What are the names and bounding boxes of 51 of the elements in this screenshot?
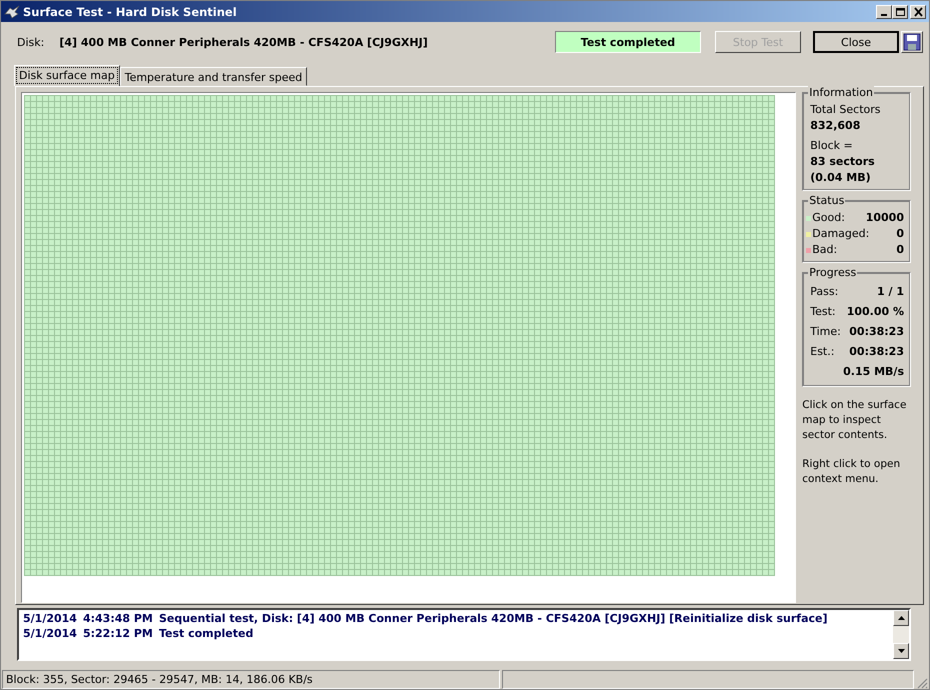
block-label: Block = xyxy=(810,138,854,154)
log-date: 5/1/2014 xyxy=(23,626,77,641)
scroll-up-icon[interactable] xyxy=(893,610,909,626)
close-button[interactable] xyxy=(910,4,926,18)
log-time: 4:43:48 PM xyxy=(82,611,151,626)
block-size: (0.04 MB) xyxy=(810,170,872,186)
progress-value: 100.00 % xyxy=(846,304,904,320)
progress-label: Time: xyxy=(810,324,841,340)
progress-label: Pass: xyxy=(810,284,838,300)
close-dialog-button[interactable]: Close xyxy=(813,31,899,53)
progress-value: 00:38:23 xyxy=(849,344,904,360)
log-date: 5/1/2014 xyxy=(23,611,77,626)
minimize-icon xyxy=(881,14,887,16)
log-time: 5:22:12 PM xyxy=(82,626,151,641)
close-icon xyxy=(912,6,924,16)
maximize-button[interactable] xyxy=(892,4,908,18)
hint-text: Click on the surface map to inspect sector contents. xyxy=(802,398,908,443)
status-count: 0 xyxy=(896,242,904,258)
tab[interactable]: Disk surface map xyxy=(14,65,120,86)
test-status: Test completed xyxy=(555,31,701,53)
progress-label: Test: xyxy=(810,304,836,320)
block-sectors: 83 sectors xyxy=(810,154,876,170)
total-sectors-value: 832,608 xyxy=(810,118,862,134)
disk-label: Disk: xyxy=(17,36,44,48)
app-icon xyxy=(4,4,20,18)
minimize-button[interactable] xyxy=(876,4,892,18)
log-message: Sequential test, Disk: [4] 400 MB Conner Peripherals 420MB - CFS420A [CJ9GXHJ] [Reinitialize disk surface] xyxy=(158,611,828,626)
progress-value: 00:38:23 xyxy=(849,324,904,340)
status-label: Good: xyxy=(812,210,846,226)
group-title: Progress xyxy=(808,266,858,279)
status-count: 0 xyxy=(896,226,904,242)
tab[interactable]: Temperature and transfer speed xyxy=(120,67,308,86)
window-title: Surface Test - Hard Disk Sentinel xyxy=(23,4,238,18)
group-title: Status xyxy=(808,194,846,207)
total-sectors-label: Total Sectors xyxy=(810,102,882,118)
disk-name: [4] 400 MB Conner Peripherals 420MB - CFS420A [CJ9GXHJ] xyxy=(59,36,428,48)
group-title: Information xyxy=(808,86,874,99)
status-label: Damaged: xyxy=(812,226,870,242)
status-count: 10000 xyxy=(866,210,904,226)
resize-grip-icon[interactable] xyxy=(916,677,928,689)
progress-value: 0.15 MB/s xyxy=(843,364,904,380)
hint-text: Right click to open context menu. xyxy=(802,457,902,487)
scroll-down-icon[interactable] xyxy=(893,643,909,659)
status-bar-text: Block: 355, Sector: 29465 - 29547, MB: 14, 186.06 KB/s xyxy=(2,670,500,688)
progress-label: Est.: xyxy=(810,344,834,360)
scrollbar[interactable] xyxy=(893,610,909,659)
maximize-icon xyxy=(894,6,906,16)
save-icon[interactable] xyxy=(901,31,923,53)
log-message: Test completed xyxy=(158,626,254,641)
status-label: Bad: xyxy=(812,242,838,258)
progress-value: 1 / 1 xyxy=(877,284,904,300)
